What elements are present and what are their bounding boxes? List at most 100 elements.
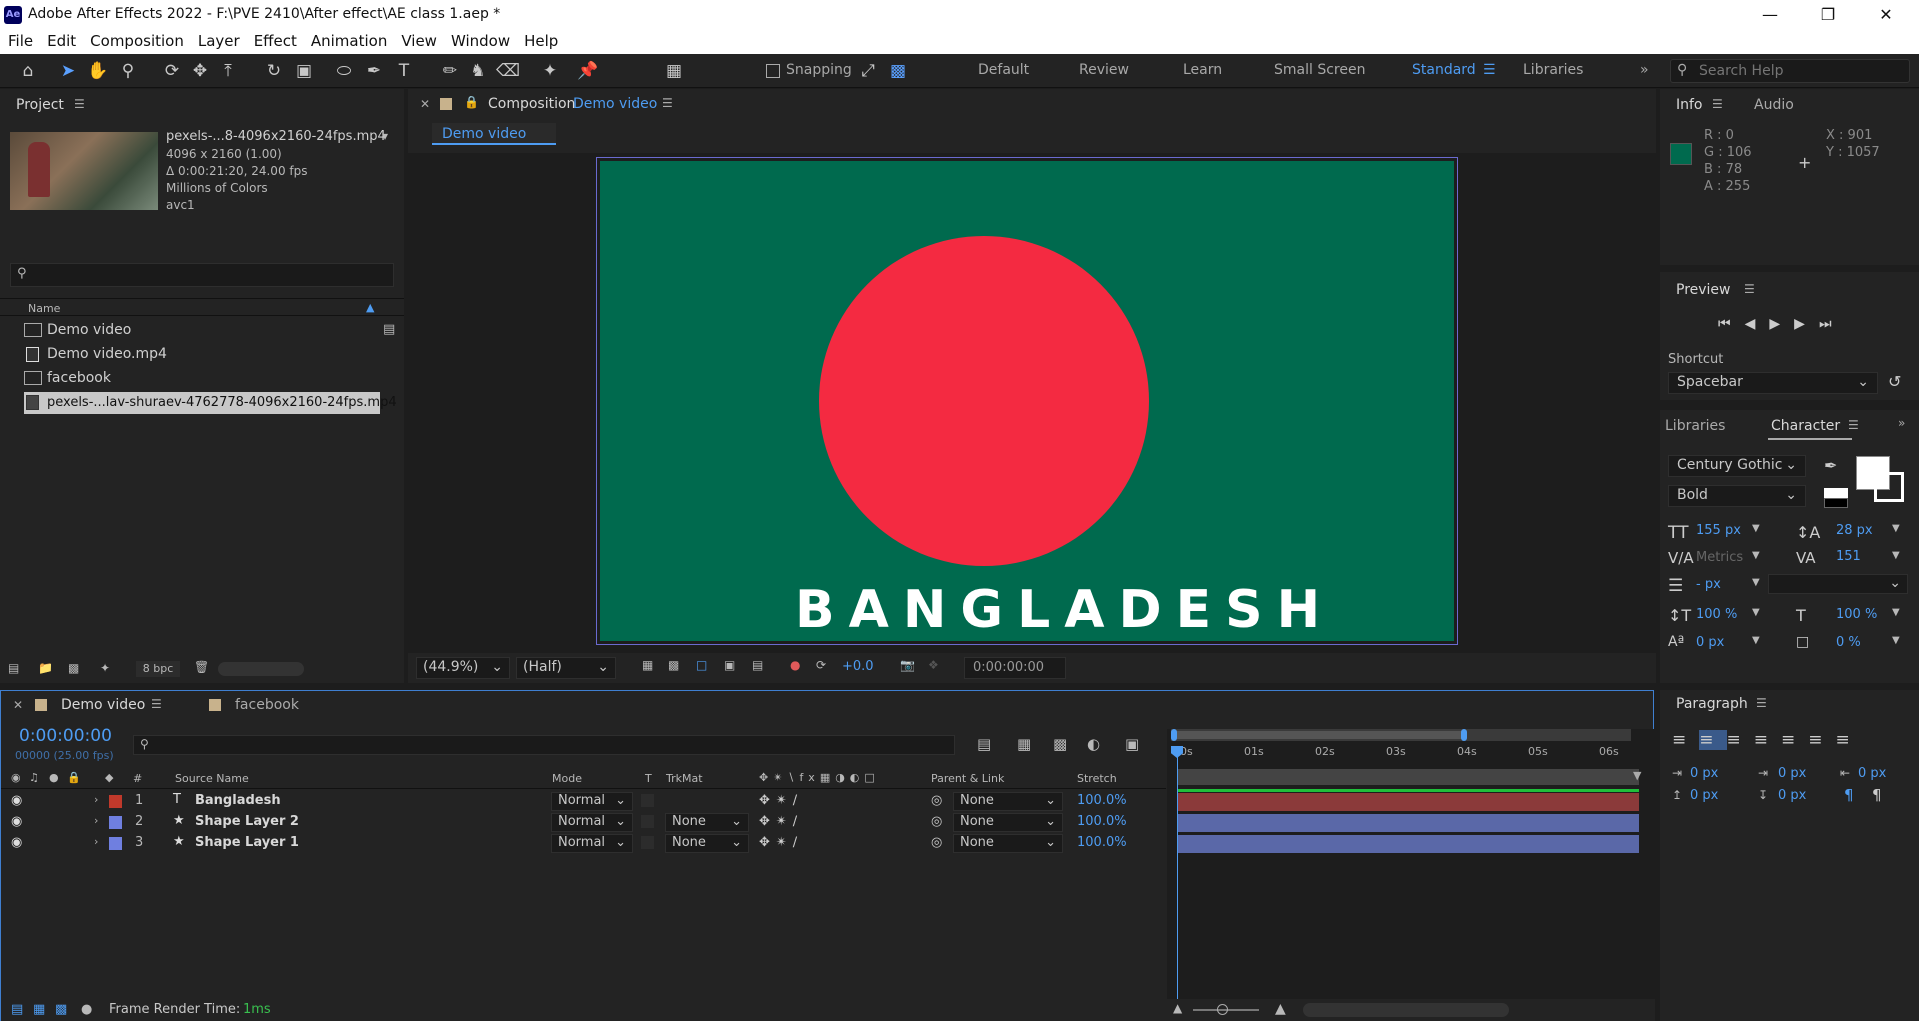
timeline-scrollbar[interactable] bbox=[1303, 1003, 1509, 1017]
chevron-down-icon[interactable]: ▼ bbox=[1752, 577, 1760, 588]
project-item[interactable]: pexels-...lav-shuraev-4762778-4096x2160-… bbox=[47, 395, 397, 410]
rotate-tool-icon[interactable]: ↻ bbox=[262, 60, 286, 82]
align-center-icon[interactable]: ≡ bbox=[1699, 730, 1727, 750]
layer-parent-dropdown[interactable]: None ⌄ bbox=[953, 792, 1063, 811]
eyedropper-icon[interactable]: ✒ bbox=[1824, 456, 1837, 475]
workspace-standard[interactable]: Standard bbox=[1412, 62, 1476, 78]
comp-flowchart-icon[interactable]: ▤ bbox=[977, 735, 991, 753]
eraser-tool-icon[interactable]: ⌫ bbox=[496, 60, 520, 82]
chevron-down-icon[interactable]: ▼ bbox=[1752, 550, 1760, 561]
project-tab[interactable]: Project bbox=[16, 97, 64, 113]
font-family-dropdown[interactable]: Century Gothic ⌄ bbox=[1668, 455, 1806, 477]
chevron-down-icon[interactable]: ▼ bbox=[1752, 607, 1760, 618]
timeline-tab-demo-video[interactable]: Demo video bbox=[61, 697, 145, 713]
hand-tool-icon[interactable]: ✋ bbox=[86, 60, 110, 82]
column-source-name[interactable]: Source Name bbox=[175, 772, 249, 785]
anchor-tool-icon[interactable]: ▣ bbox=[292, 60, 316, 82]
menu-layer[interactable]: Layer bbox=[190, 30, 246, 50]
timeline-graph-area[interactable]: 00s01s02s03s04s05s06s ▼ bbox=[1167, 729, 1655, 999]
fast-previews-icon[interactable]: ▦ bbox=[642, 658, 653, 672]
stroke-width-value[interactable]: - px bbox=[1696, 577, 1721, 592]
workspace-review[interactable]: Review bbox=[1079, 62, 1129, 78]
layer-parent-dropdown[interactable]: None ⌄ bbox=[953, 813, 1063, 832]
layer-trkmat-dropdown[interactable]: None ⌄ bbox=[665, 834, 749, 853]
justify-all-icon[interactable]: ≡ bbox=[1836, 730, 1863, 750]
first-frame-icon[interactable]: ⏮ bbox=[1718, 316, 1745, 332]
render-time-icon[interactable]: ● bbox=[81, 1002, 92, 1017]
layer-label-color[interactable] bbox=[109, 816, 122, 829]
close-icon[interactable]: ✕ bbox=[420, 97, 430, 111]
layer-duration-bar[interactable] bbox=[1177, 814, 1639, 832]
exposure-value[interactable]: +0.0 bbox=[842, 659, 874, 674]
label-icon[interactable]: ◆ bbox=[105, 771, 113, 784]
tab-libraries[interactable]: Libraries bbox=[1665, 418, 1725, 434]
leading-value[interactable]: 28 px bbox=[1836, 523, 1873, 538]
panel-menu-icon[interactable]: ☰ bbox=[662, 96, 673, 110]
align-left-icon[interactable]: ≡ bbox=[1672, 730, 1699, 750]
layer-label-color[interactable] bbox=[109, 795, 122, 808]
next-frame-icon[interactable]: ▶ bbox=[1794, 316, 1819, 332]
menu-view[interactable]: View bbox=[393, 30, 443, 50]
workspace-menu-icon[interactable]: ☰ bbox=[1483, 62, 1496, 78]
bit-depth-button[interactable]: 8 bpc bbox=[136, 661, 180, 677]
chevron-down-icon[interactable]: ▼ bbox=[1752, 635, 1760, 646]
chevron-right-icon[interactable]: » bbox=[1898, 416, 1905, 430]
workspace-default[interactable]: Default bbox=[978, 62, 1029, 78]
stroke-color-swatch[interactable] bbox=[1874, 472, 1904, 502]
layer-mode-dropdown[interactable]: Normal ⌄ bbox=[551, 834, 633, 853]
menu-effect[interactable]: Effect bbox=[246, 30, 303, 50]
align-right-icon[interactable]: ≡ bbox=[1727, 730, 1754, 750]
justify-last-right-icon[interactable]: ≡ bbox=[1808, 730, 1835, 750]
chevron-down-icon[interactable]: ▼ bbox=[1892, 635, 1900, 646]
column-stretch[interactable]: Stretch bbox=[1077, 772, 1117, 785]
align-icon[interactable]: ▦ bbox=[662, 60, 686, 82]
restore-button[interactable]: ❐ bbox=[1805, 2, 1851, 28]
audio-icon[interactable]: ♫ bbox=[29, 771, 39, 784]
project-search[interactable]: ⚲ bbox=[10, 263, 394, 287]
snap-features-icon[interactable]: ▩ bbox=[886, 60, 910, 82]
ellipse-tool-icon[interactable]: ⬭ bbox=[332, 60, 356, 82]
shortcut-dropdown[interactable]: Spacebar ⌄ bbox=[1668, 372, 1878, 394]
menu-composition[interactable]: Composition bbox=[82, 30, 190, 50]
zoom-in-icon[interactable]: ▲ bbox=[1275, 1001, 1286, 1017]
selection-tool-icon[interactable]: ➤ bbox=[56, 60, 80, 82]
rtl-direction-icon[interactable]: ¶ bbox=[1872, 786, 1882, 804]
trash-icon[interactable]: 🗑 bbox=[194, 660, 209, 674]
timeline-tab-facebook[interactable]: facebook bbox=[235, 697, 299, 713]
transfer-controls-icon[interactable]: ▦ bbox=[33, 1002, 45, 1017]
tab-character[interactable]: Character bbox=[1771, 418, 1840, 434]
layer-stretch[interactable]: 100.0% bbox=[1077, 814, 1127, 829]
layer-trkmat-dropdown[interactable]: None ⌄ bbox=[665, 813, 749, 832]
column-trkmat[interactable]: TrkMat bbox=[666, 772, 703, 785]
layer-stretch[interactable]: 100.0% bbox=[1077, 793, 1127, 808]
ltr-direction-icon[interactable]: ¶ bbox=[1844, 786, 1854, 804]
layer-row[interactable]: ◉ › 1 T Bangladesh Normal ⌄ ✥✴∕ ◎ None ⌄ 100.0% bbox=[1, 791, 1166, 812]
comp-timecode[interactable]: 0:00:00:00 bbox=[964, 657, 1066, 679]
chevron-down-icon[interactable]: ▾ bbox=[382, 129, 388, 143]
pick-whip-icon[interactable]: ◎ bbox=[931, 835, 942, 850]
menu-file[interactable]: File bbox=[0, 30, 39, 50]
layer-parent-dropdown[interactable]: None ⌄ bbox=[953, 834, 1063, 853]
column-mode[interactable]: Mode bbox=[552, 772, 582, 785]
layer-name[interactable]: Bangladesh bbox=[195, 793, 281, 808]
new-folder-icon[interactable]: 📁 bbox=[38, 661, 53, 675]
justify-last-left-icon[interactable]: ≡ bbox=[1754, 730, 1781, 750]
tsume-value[interactable]: 0 % bbox=[1836, 635, 1861, 650]
layer-switches[interactable]: ✥✴∕ bbox=[759, 814, 803, 829]
panel-menu-icon[interactable]: ☰ bbox=[151, 697, 162, 711]
playhead-line[interactable] bbox=[1177, 747, 1178, 999]
color-management-icon[interactable]: ⟳ bbox=[816, 658, 826, 672]
comp-tab-name[interactable]: Demo video bbox=[573, 96, 657, 112]
draft-3d-icon[interactable]: ▦ bbox=[1017, 735, 1031, 753]
play-icon[interactable]: ▶ bbox=[1769, 316, 1794, 332]
pick-whip-icon[interactable]: ◎ bbox=[931, 814, 942, 829]
workspace-learn[interactable]: Learn bbox=[1183, 62, 1222, 78]
grid-guides-icon[interactable]: ▤ bbox=[752, 658, 763, 672]
layer-name[interactable]: Shape Layer 1 bbox=[195, 835, 299, 850]
resolution-dropdown[interactable]: (Half) ⌄ bbox=[516, 657, 616, 679]
settings-icon[interactable]: ✦ bbox=[100, 661, 110, 675]
time-ruler[interactable]: 00s01s02s03s04s05s06s bbox=[1167, 745, 1637, 765]
panel-menu-icon[interactable]: ☰ bbox=[74, 97, 85, 111]
work-area-end-handle[interactable] bbox=[1461, 729, 1467, 741]
space-before-value[interactable]: 0 px bbox=[1690, 788, 1718, 803]
